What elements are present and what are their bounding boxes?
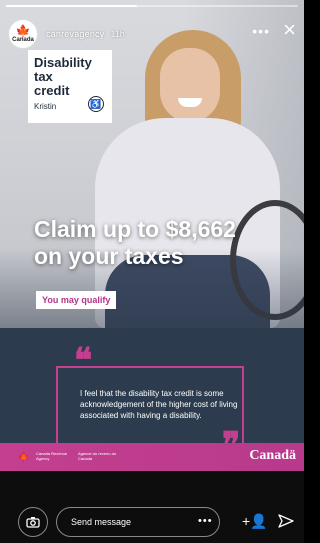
accessibility-icon: ♿ (88, 96, 104, 112)
department-name-en: Canada Revenue Agency (36, 451, 68, 461)
more-icon[interactable]: ••• (198, 515, 213, 527)
story-progress-bar (6, 5, 298, 7)
story-header: 🍁 Canada canrevagency 11h ••• × (8, 17, 298, 51)
title-card: Disability tax credit Kristin (28, 50, 112, 123)
avatar[interactable]: 🍁 Canada (8, 19, 38, 49)
headline-line-1: Claim up to $8,662 (34, 216, 236, 242)
open-quote-icon: ❝ (74, 342, 93, 380)
canada-flag-icon: 🍁 (18, 452, 30, 462)
account-username[interactable]: canrevagency (46, 29, 104, 39)
instagram-story[interactable]: 🍁 Canada canrevagency 11h ••• × Disabili… (0, 0, 304, 543)
camera-icon[interactable] (18, 507, 48, 537)
headline: Claim up to $8,662 on your taxes (34, 216, 300, 270)
canada-wordmark: Canadä (249, 448, 296, 463)
close-icon[interactable]: × (283, 19, 296, 41)
may-qualify-button[interactable]: You may qualify (36, 291, 117, 309)
add-person-icon[interactable]: +👤 (242, 513, 268, 530)
more-options-icon[interactable]: ••• (252, 23, 270, 39)
avatar-text: Canada (12, 36, 34, 43)
brand-footer: 🍁 Canada Revenue Agency Agence du revenu… (0, 443, 304, 471)
title-line-2: tax (34, 69, 53, 84)
quote-text: I feel that the disability tax credit is… (80, 389, 238, 420)
title-line-1: Disability (34, 55, 92, 70)
send-icon[interactable] (278, 513, 294, 533)
maple-leaf-icon: 🍁 (15, 23, 31, 38)
send-message-input[interactable] (56, 507, 220, 537)
story-progress-fill (6, 5, 138, 7)
post-time: 11h (110, 29, 125, 39)
department-name-fr: Agence du revenu du Canada (78, 451, 117, 461)
headline-line-2: on your taxes (34, 243, 184, 269)
reply-bar: ••• +👤 (0, 471, 304, 543)
photo-face (160, 48, 220, 122)
